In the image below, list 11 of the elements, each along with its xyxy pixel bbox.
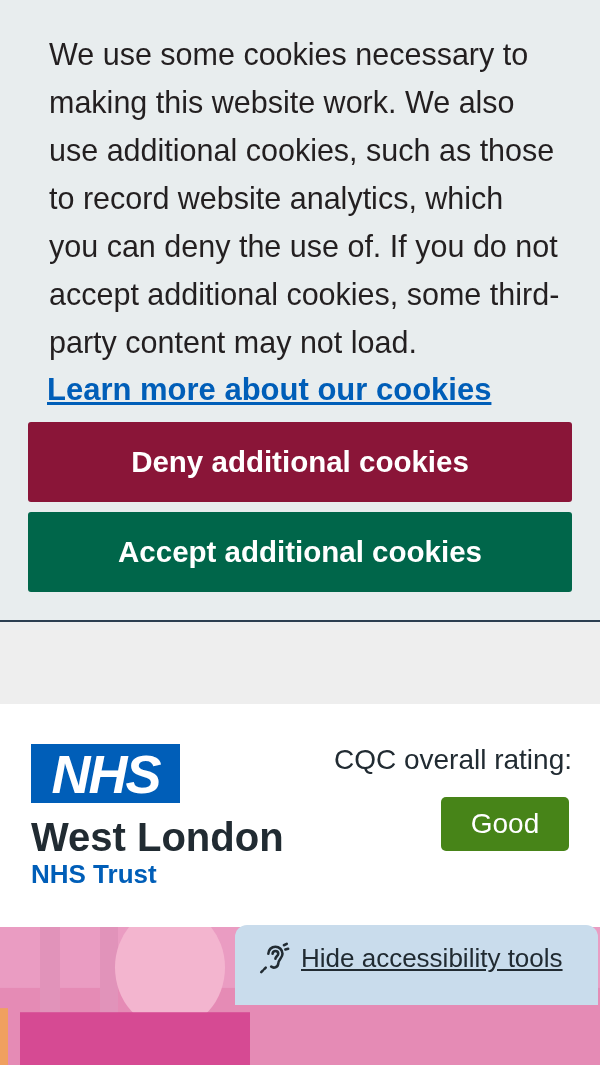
rating-label: CQC overall rating: <box>333 745 572 775</box>
trust-name: West London <box>31 815 284 859</box>
hide-accessibility-tools-button[interactable]: Hide accessibility tools <box>235 925 598 1005</box>
cookie-message: We use some cookies necessary to making this website work. We also use additional cookies, such as those to record website analytics, which you can deny the use of. If you do not accept additional cookies, some third-party content may not load. <box>48 36 561 362</box>
accept-cookies-button[interactable]: Accept additional cookies <box>28 512 572 592</box>
cookie-policy-link[interactable]: Learn more about our cookies <box>47 366 492 414</box>
deny-cookies-button[interactable]: Deny additional cookies <box>28 422 572 502</box>
trust-subtitle: NHS Trust <box>31 859 157 889</box>
nhs-logo: NHS <box>31 744 180 803</box>
hearing-icon <box>257 941 291 975</box>
rating-badge: Good <box>441 797 569 851</box>
